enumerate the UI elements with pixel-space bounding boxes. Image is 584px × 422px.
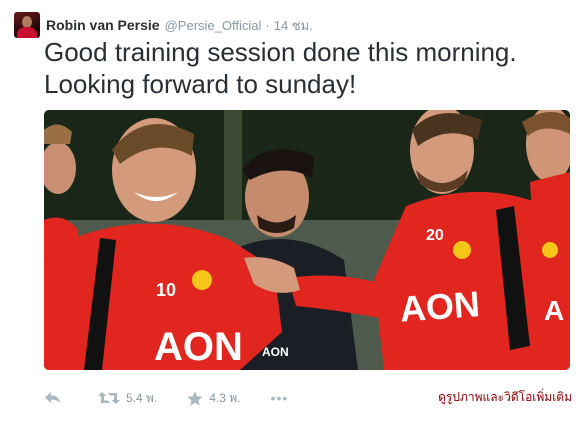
player-left-number: 10	[156, 280, 176, 300]
header-separator: ·	[265, 17, 270, 33]
tweet-text-line-1: Good training session done this morning.	[44, 37, 517, 67]
reply-button[interactable]	[44, 391, 68, 405]
tweet-timestamp[interactable]: 14 ชม.	[274, 15, 313, 36]
player-right-number: 20	[426, 227, 444, 244]
svg-text:A: A	[544, 295, 564, 326]
retweet-icon	[98, 392, 120, 404]
tweet-text-line-2: Looking forward to sunday!	[44, 69, 357, 99]
coach-shirt-logo: AON	[262, 345, 289, 359]
view-more-media-link[interactable]: ดูรูปภาพและวิดีโอเพิ่มเติม	[438, 388, 572, 407]
avatar[interactable]	[14, 12, 40, 38]
retweet-button[interactable]: 5.4 พ.	[98, 389, 157, 408]
tweet-card: Robin van Persie @Persie_Official · 14 ช…	[0, 0, 584, 422]
tweet-photo[interactable]: AON 10 AON 20 AON A	[44, 110, 570, 370]
photo-illustration: AON 10 AON 20 AON A	[44, 110, 570, 370]
player-left-shirt-logo: AON	[154, 325, 243, 369]
author-fullname[interactable]: Robin van Persie	[46, 17, 160, 33]
tweet-actions: 5.4 พ. 4.3 พ. •••	[44, 386, 318, 410]
tweet-text: Good training session done this morning.…	[44, 36, 574, 100]
more-options-icon: •••	[270, 390, 289, 406]
avatar-shirt	[17, 27, 37, 38]
favorite-count: 4.3 พ.	[209, 390, 241, 405]
retweet-count: 5.4 พ.	[126, 390, 158, 405]
reply-icon	[45, 392, 60, 403]
favorite-button[interactable]: 4.3 พ.	[187, 389, 241, 408]
player-right-shirt-logo: AON	[398, 283, 481, 329]
star-icon	[187, 391, 203, 405]
tweet-header: Robin van Persie @Persie_Official · 14 ช…	[14, 12, 313, 38]
more-options-button[interactable]: •••	[271, 390, 289, 406]
author-username[interactable]: @Persie_Official	[165, 18, 262, 33]
